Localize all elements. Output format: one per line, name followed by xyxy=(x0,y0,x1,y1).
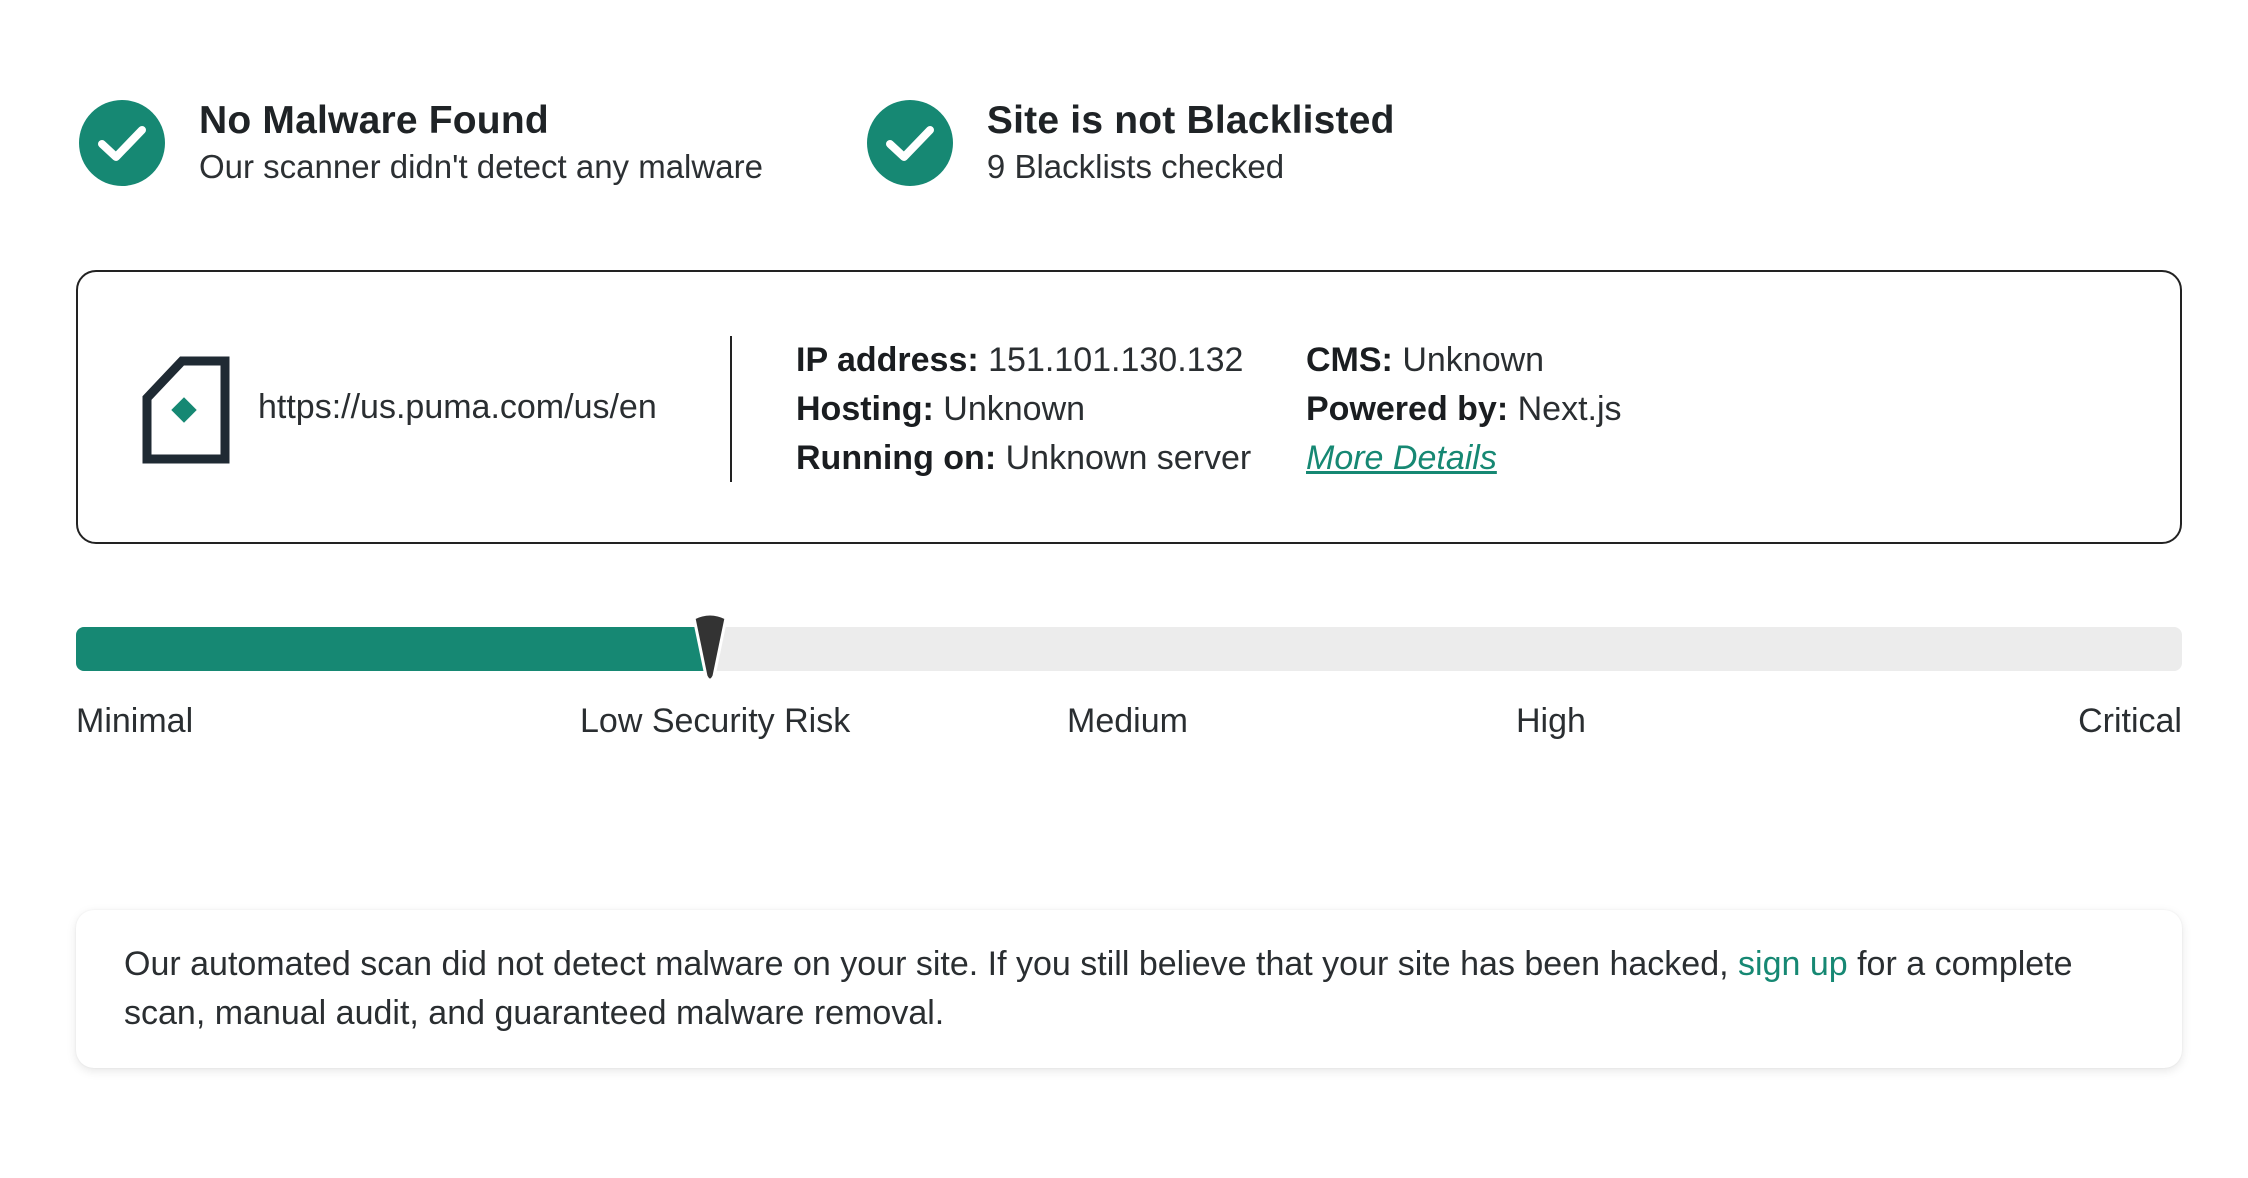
blacklist-status-title: Site is not Blacklisted xyxy=(986,99,1395,142)
scan-notice: Our automated scan did not detect malwar… xyxy=(76,910,2182,1068)
hosting-row: Hosting: Unknown xyxy=(796,390,1086,428)
risk-marker-icon xyxy=(692,612,728,682)
risk-meter-fill xyxy=(76,627,708,671)
check-icon xyxy=(866,100,953,186)
powered-by-row: Powered by: Next.js xyxy=(1306,390,1622,428)
blacklist-status-subtitle: 9 Blacklists checked xyxy=(986,148,1285,185)
malware-status: No Malware Found Our scanner didn't dete… xyxy=(79,100,763,190)
site-info-card: https://us.puma.com/us/en IP address: 15… xyxy=(76,270,2182,544)
divider xyxy=(730,336,732,482)
ip-address-row: IP address: 151.101.130.132 xyxy=(796,341,1244,379)
status-summary: No Malware Found Our scanner didn't dete… xyxy=(79,100,1395,190)
risk-label-medium: Medium xyxy=(1067,702,1188,740)
check-icon xyxy=(79,100,165,186)
risk-label-minimal: Minimal xyxy=(76,702,194,740)
risk-label-critical: Critical xyxy=(2078,702,2182,740)
sign-up-link[interactable]: sign up xyxy=(1738,945,1848,983)
risk-label-high: High xyxy=(1516,702,1586,740)
server-info: IP address: 151.101.130.132 Hosting: Unk… xyxy=(796,336,1251,483)
risk-label-low: Low Security Risk xyxy=(580,702,851,740)
risk-meter xyxy=(76,627,2182,671)
webpage-icon xyxy=(142,356,230,464)
running-on-row: Running on: Unknown server xyxy=(796,439,1252,477)
cms-row: CMS: Unknown xyxy=(1306,341,1545,379)
site-url: https://us.puma.com/us/en xyxy=(258,388,657,426)
blacklist-status: Site is not Blacklisted 9 Blacklists che… xyxy=(866,99,1395,190)
platform-info: CMS: Unknown Powered by: Next.js More De… xyxy=(1306,336,1622,483)
malware-status-subtitle: Our scanner didn't detect any malware xyxy=(199,148,763,185)
more-details-link[interactable]: More Details xyxy=(1306,439,1497,477)
malware-status-title: No Malware Found xyxy=(199,99,549,142)
notice-text: Our automated scan did not detect malwar… xyxy=(124,945,1739,983)
